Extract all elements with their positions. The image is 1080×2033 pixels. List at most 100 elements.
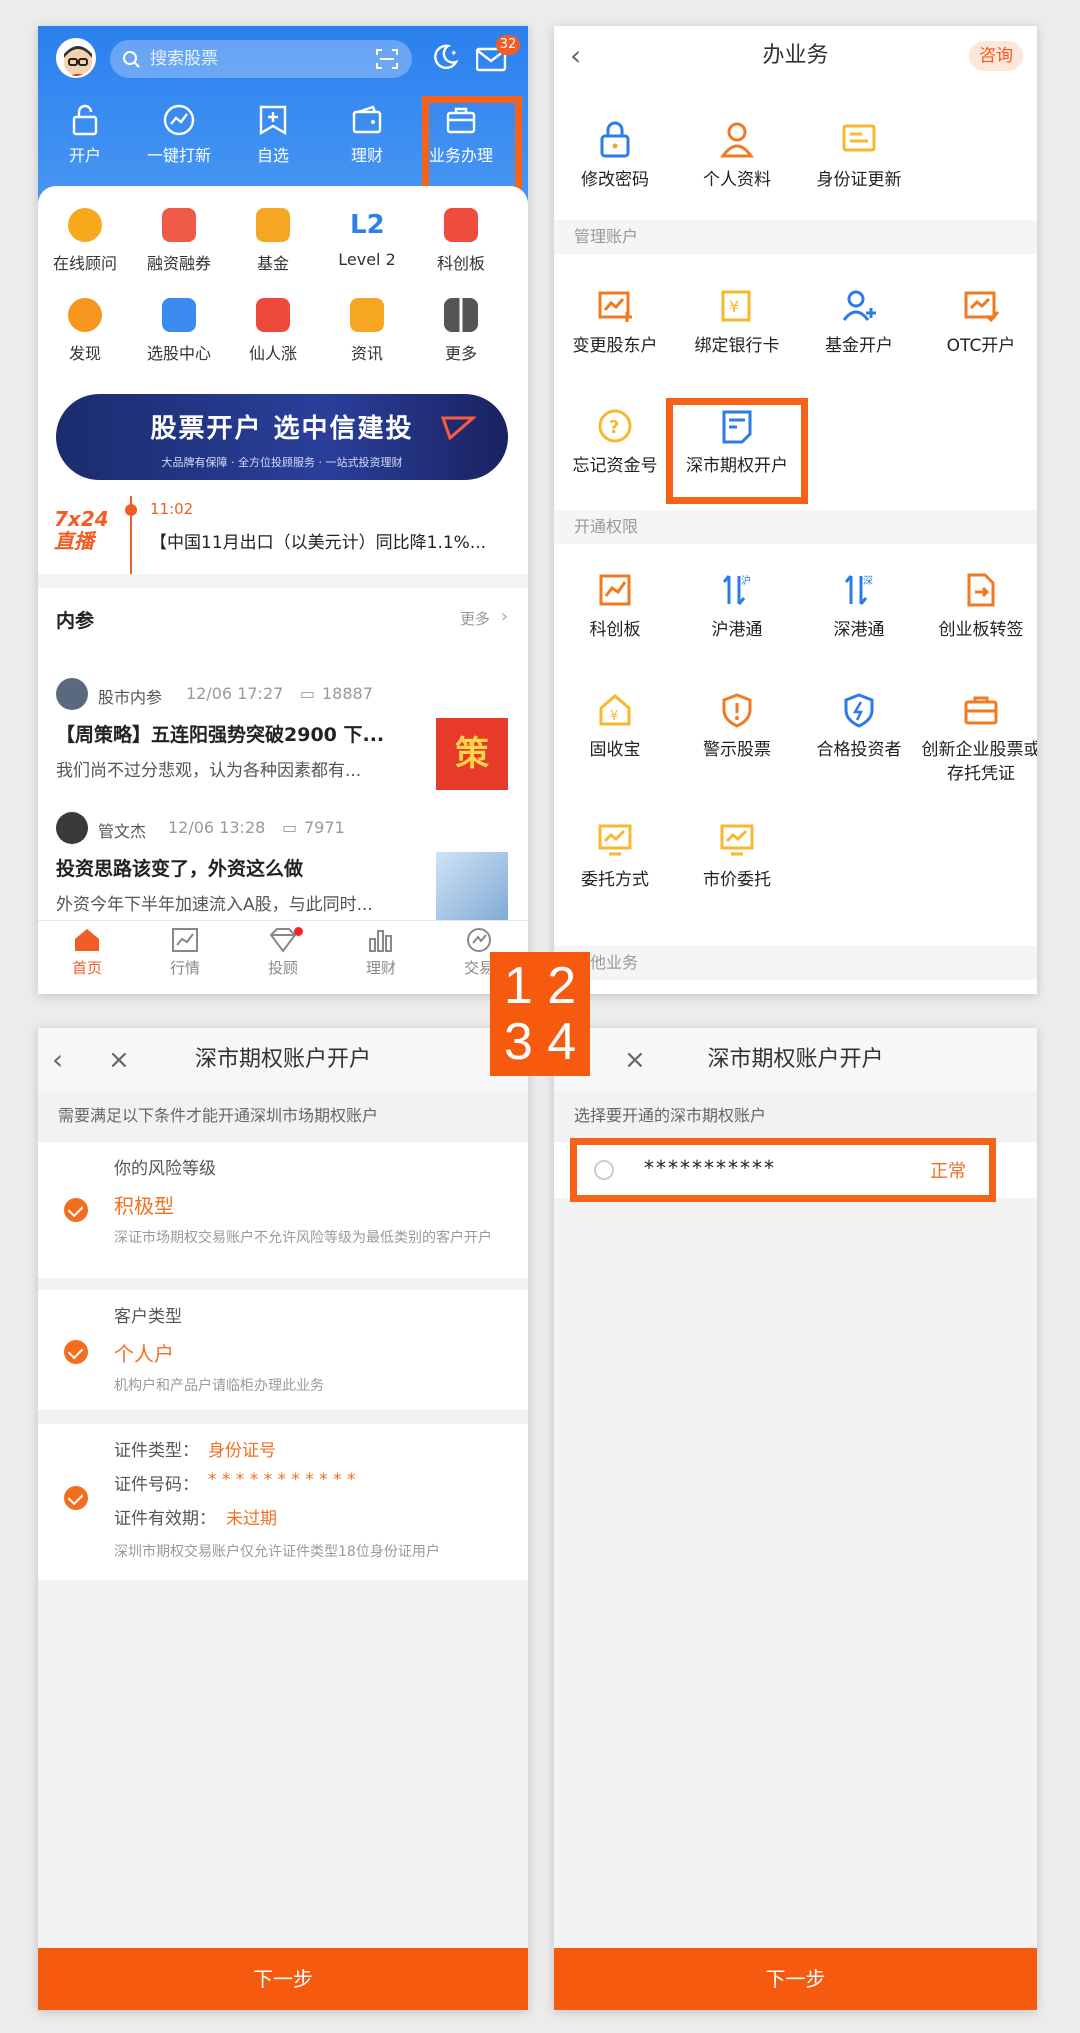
document-arrow-icon bbox=[967, 573, 995, 607]
item-otc-account[interactable]: OTC开户 bbox=[920, 288, 1037, 358]
grid-item-advisor[interactable]: 在线顾问 bbox=[38, 208, 132, 274]
close-icon[interactable]: × bbox=[624, 1028, 646, 1092]
triangle-icon bbox=[440, 416, 476, 440]
grid-item-discover[interactable]: 发现 bbox=[38, 298, 132, 364]
section-permissions: 开通权限 bbox=[554, 510, 1037, 544]
item-change-shareholder[interactable]: 变更股东户 bbox=[554, 288, 676, 358]
views-icon: ▭ bbox=[300, 684, 316, 703]
id-no-label: 证件号码： bbox=[114, 1475, 199, 1495]
grid-item-label: 在线顾问 bbox=[52, 254, 117, 273]
item-star-market[interactable]: 科创板 bbox=[554, 572, 676, 642]
item-innovative-enterprise[interactable]: 创新企业股票或存托凭证 bbox=[920, 692, 1037, 786]
search-placeholder: 搜索股票 bbox=[150, 49, 218, 69]
step-number-box: 1 2 3 4 bbox=[490, 952, 590, 1076]
chart-check-icon bbox=[964, 291, 999, 323]
consult-button[interactable]: 咨询 bbox=[969, 41, 1023, 71]
article-time: 12/06 17:27 bbox=[186, 684, 284, 703]
grid-item-fund[interactable]: 基金 bbox=[226, 208, 320, 274]
item-label: 创新企业股票或存托凭证 bbox=[921, 740, 1038, 784]
condition-id: 证件类型： 身份证号 证件号码： * * * * * * * * * * * 证… bbox=[38, 1424, 528, 1580]
top-nav-watchlist[interactable]: 自选 bbox=[226, 104, 320, 166]
tab-label: 投顾 bbox=[267, 959, 298, 977]
article-title: 【周策略】五连阳强势突破2900 下... bbox=[56, 724, 385, 746]
top-nav-label: 一键打新 bbox=[146, 146, 211, 165]
top-nav-label: 自选 bbox=[256, 146, 289, 165]
grid-item-label: Level 2 bbox=[338, 250, 396, 269]
item-warning-stock[interactable]: 警示股票 bbox=[676, 692, 798, 762]
item-fixed-income[interactable]: ¥ 固收宝 bbox=[554, 692, 676, 762]
author-avatar bbox=[56, 678, 88, 710]
promo-banner[interactable]: 股票开户 选中信建投 大品牌有保障 · 全方位投顾服务 · 一站式投资理财 bbox=[56, 394, 508, 480]
item-label: 警示股票 bbox=[703, 740, 771, 760]
more-link[interactable]: 更多 bbox=[460, 608, 490, 629]
item-change-password[interactable]: 修改密码 bbox=[554, 120, 676, 192]
section-title: 内参 bbox=[56, 610, 95, 632]
svg-text:深: 深 bbox=[863, 575, 873, 587]
type-note: 机构户和产品户请临柜办理此业务 bbox=[114, 1378, 324, 1394]
banner-subtitle: 大品牌有保障 · 全方位投顾服务 · 一站式投资理财 bbox=[161, 456, 403, 469]
tab-label: 理财 bbox=[365, 959, 396, 977]
condition-risk-level: 你的风险等级 积极型 深证市场期权交易账户不允许风险等级为最低类别的客户开户 bbox=[38, 1142, 528, 1278]
top-nav-ipo[interactable]: 一键打新 bbox=[132, 104, 226, 166]
top-nav-open-account[interactable]: 开户 bbox=[38, 104, 132, 166]
trend-circle-icon bbox=[163, 104, 195, 136]
item-market-order[interactable]: 市价委托 bbox=[676, 822, 798, 892]
level2-icon: L2 bbox=[350, 208, 385, 242]
close-icon[interactable]: × bbox=[108, 1028, 130, 1092]
tab-wealth[interactable]: 理财 bbox=[332, 927, 430, 978]
tab-home[interactable]: 首页 bbox=[38, 927, 136, 978]
message-badge: 32 bbox=[496, 35, 520, 55]
item-label: 深港通 bbox=[833, 620, 885, 640]
item-qualified-investor[interactable]: 合格投资者 bbox=[798, 692, 920, 762]
article-author: 股市内参 bbox=[98, 688, 163, 707]
grid-item-more[interactable]: 更多 bbox=[414, 298, 508, 364]
grid-item-stock-picker[interactable]: 选股中心 bbox=[132, 298, 226, 364]
tab-market[interactable]: 行情 bbox=[136, 927, 234, 978]
night-mode-icon[interactable]: ✦ bbox=[430, 42, 460, 72]
scan-icon[interactable] bbox=[376, 49, 398, 69]
article-summary: 我们尚不过分悲观，认为各种因素都有... bbox=[56, 761, 362, 781]
item-label: 委托方式 bbox=[581, 870, 649, 890]
next-button[interactable]: 下一步 bbox=[38, 1948, 528, 2010]
item-shenzhen-hk-connect[interactable]: 深 深港通 bbox=[798, 572, 920, 642]
lock-icon bbox=[600, 121, 630, 158]
svg-text:?: ? bbox=[609, 417, 619, 438]
live-news-bar[interactable]: 7x24 直播 11:02 【中国11月出口（以美元计）同比降1.1%... bbox=[38, 496, 528, 574]
live-logo: 7x24 直播 bbox=[54, 507, 109, 553]
bar-chart-icon bbox=[369, 930, 392, 952]
item-bind-bank-card[interactable]: ¥ 绑定银行卡 bbox=[676, 288, 798, 358]
candlestick-icon bbox=[162, 298, 196, 332]
user-avatar[interactable] bbox=[56, 38, 96, 78]
item-order-method[interactable]: 委托方式 bbox=[554, 822, 676, 892]
item-label: 身份证更新 bbox=[816, 170, 902, 190]
grid-item-star-market[interactable]: 科创板 bbox=[414, 208, 508, 274]
grid-item-xianrenzhang[interactable]: 仙人涨 bbox=[226, 298, 320, 364]
svg-text:¥: ¥ bbox=[729, 297, 739, 316]
next-button[interactable]: 下一步 bbox=[554, 1948, 1037, 2010]
id-valid-label: 证件有效期： bbox=[114, 1509, 216, 1529]
business-screen: ‹ 办业务 咨询 修改密码 个人资料 身份证更新 管理账户 变更股东户 ¥ 绑定… bbox=[554, 26, 1037, 994]
tab-advisor[interactable]: 投顾 bbox=[234, 927, 332, 978]
grid-item-label: 基金 bbox=[256, 254, 289, 273]
grid-item-news[interactable]: 资讯 bbox=[320, 298, 414, 364]
search-input[interactable]: 搜索股票 bbox=[110, 40, 412, 78]
item-chinext-resign[interactable]: 创业板转签 bbox=[920, 572, 1037, 642]
item-personal-info[interactable]: 个人资料 bbox=[676, 120, 798, 192]
item-shanghai-hk-connect[interactable]: 沪 沪港通 bbox=[676, 572, 798, 642]
item-id-update[interactable]: 身份证更新 bbox=[798, 120, 920, 192]
news-time: 11:02 bbox=[150, 500, 194, 518]
grid-item-margin[interactable]: 融资融券 bbox=[132, 208, 226, 274]
item-label: 变更股东户 bbox=[572, 336, 658, 356]
item-fund-account[interactable]: 基金开户 bbox=[798, 288, 920, 358]
grid-item-level2[interactable]: L2 Level 2 bbox=[320, 208, 414, 269]
risk-value: 积极型 bbox=[114, 1194, 174, 1218]
home-icon bbox=[75, 929, 99, 951]
back-icon[interactable]: ‹ bbox=[52, 1028, 63, 1092]
bookmark-plus-icon bbox=[259, 105, 287, 136]
top-nav-wealth[interactable]: 理财 bbox=[320, 104, 414, 166]
item-label: OTC开户 bbox=[946, 336, 1016, 356]
id-type-label: 证件类型： bbox=[114, 1441, 199, 1461]
back-icon[interactable]: ‹ bbox=[570, 26, 581, 86]
page-header: ‹ × 深市期权账户开户 bbox=[38, 1028, 528, 1092]
item-forgot-fund-number[interactable]: ? 忘记资金号 bbox=[554, 408, 676, 478]
